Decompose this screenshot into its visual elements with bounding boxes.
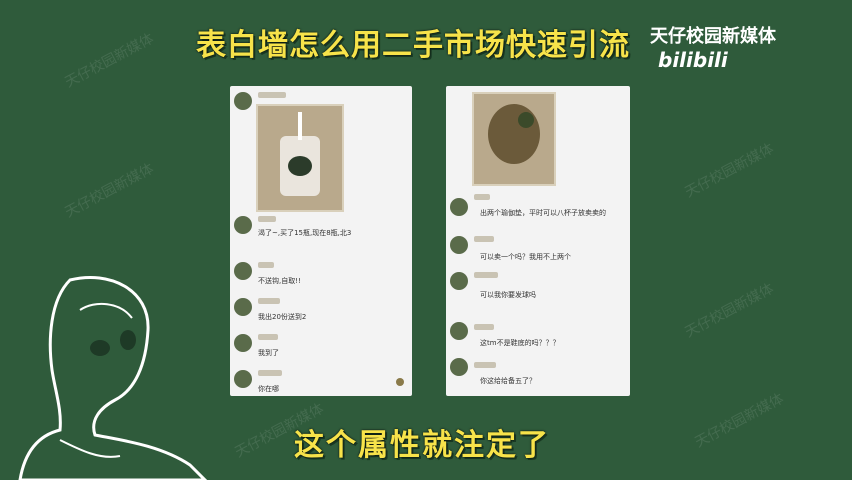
username-placeholder xyxy=(474,362,496,368)
avatar xyxy=(450,198,468,216)
username-placeholder xyxy=(474,272,498,278)
page-title: 表白墙怎么用二手市场快速引流 xyxy=(196,28,630,63)
avatar xyxy=(450,358,468,376)
chat-screenshot-left: 渴了~,买了15瓶,现在8瓶,北3 不送钩,自取!! 我出20份送到2 我到了 … xyxy=(230,86,412,396)
avatar xyxy=(234,298,252,316)
photo-content-icon xyxy=(488,104,540,164)
username-placeholder xyxy=(258,216,276,222)
username-placeholder xyxy=(258,298,280,304)
yoga-mat-photo xyxy=(472,92,556,186)
cup-icon xyxy=(280,112,320,196)
username-placeholder xyxy=(474,324,494,330)
chat-message: 我到了 xyxy=(258,349,279,357)
chat-message: 不送钩,自取!! xyxy=(258,277,301,285)
drink-cup-photo xyxy=(256,104,344,212)
chat-message: 可以卖一个吗？我用不上两个 xyxy=(480,253,571,261)
reaction-icon xyxy=(396,378,404,386)
chat-message: 你这给给备五了？ xyxy=(480,377,536,385)
avatar xyxy=(234,92,252,110)
chat-message: 渴了~,买了15瓶,现在8瓶,北3 xyxy=(258,229,352,237)
chat-message: 我出20份送到2 xyxy=(258,313,307,321)
chat-message: 这tm不是鞋底的吗？？？ xyxy=(480,339,560,347)
brand: 天仔校园新媒体bilibili xyxy=(650,22,852,72)
username-placeholder xyxy=(258,262,274,268)
avatar xyxy=(450,236,468,254)
subtitle-caption: 这个属性就注定了 xyxy=(294,428,550,463)
username-placeholder xyxy=(474,236,494,242)
username-placeholder xyxy=(258,92,286,98)
avatar xyxy=(234,370,252,388)
chat-message: 可以我你要发球吗 xyxy=(480,291,536,299)
username-placeholder xyxy=(258,334,278,340)
avatar xyxy=(450,272,468,290)
avatar xyxy=(234,334,252,352)
chat-message: 你在哪 xyxy=(258,385,279,393)
avatar xyxy=(234,216,252,234)
brand-name: 天仔校园新媒体 xyxy=(650,26,776,47)
presenter-illustration xyxy=(18,275,208,480)
username-placeholder xyxy=(258,370,282,376)
chat-screenshot-right: 出两个瑜伽垫，平时可以八杯子放卖卖的 可以卖一个吗？我用不上两个 可以我你要发球… xyxy=(446,86,630,396)
username-placeholder xyxy=(474,194,490,200)
avatar xyxy=(450,322,468,340)
chat-message: 出两个瑜伽垫，平时可以八杯子放卖卖的 xyxy=(480,209,606,217)
avatar xyxy=(234,262,252,280)
bilibili-logo: bilibili xyxy=(658,48,728,72)
